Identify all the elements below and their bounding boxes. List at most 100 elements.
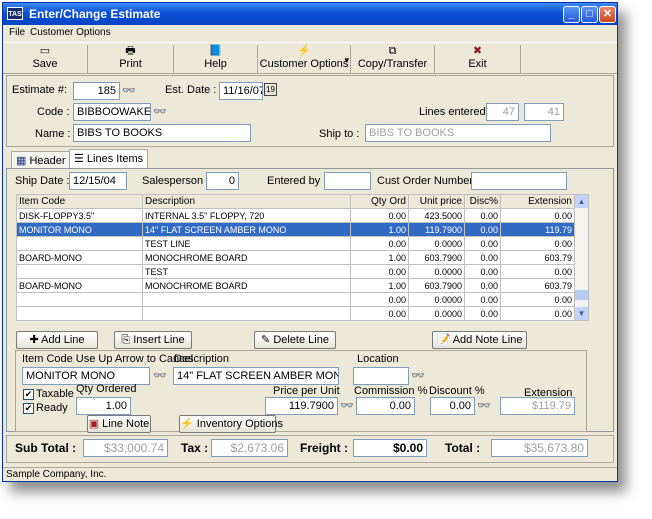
table-cell[interactable]: TEST LINE	[142, 236, 351, 251]
table-cell[interactable]: 0.00	[464, 250, 501, 265]
table-cell[interactable]: 0.00	[464, 208, 501, 223]
close-button[interactable]: ✕	[599, 6, 616, 23]
table-cell[interactable]: 0.0000	[408, 292, 465, 307]
table-cell[interactable]: 1.00	[350, 278, 409, 293]
binoculars-icon[interactable]: 👓	[476, 398, 492, 414]
table-cell[interactable]: 0.0000	[408, 306, 465, 321]
insert-line-button[interactable]: ⎘ Insert Line	[114, 331, 192, 349]
inventory-options-button[interactable]: ⚡ Inventory Options	[179, 415, 283, 433]
table-cell[interactable]: 603.7900	[408, 250, 465, 265]
maximize-button[interactable]: □	[581, 6, 598, 23]
col-unit-price[interactable]: Unit price	[408, 194, 465, 209]
table-cell[interactable]: 423.5000	[408, 208, 465, 223]
table-row[interactable]: DISK-FLOPPY3.5" INTERNAL 3.5" FLOPPY, 720…	[16, 208, 575, 223]
help-button[interactable]: 📘 Help	[174, 45, 258, 73]
col-disc[interactable]: Disc%	[464, 194, 501, 209]
table-cell[interactable]: 603.7900	[408, 278, 465, 293]
ship-date-field[interactable]: 12/15/04	[69, 172, 127, 190]
table-cell[interactable]: 0.00	[464, 292, 501, 307]
table-cell[interactable]: 0.00	[500, 264, 575, 279]
table-cell[interactable]	[16, 292, 143, 307]
add-line-button[interactable]: ✚ Add Line	[16, 331, 98, 349]
table-cell[interactable]: 1.00	[350, 222, 409, 237]
commission-field[interactable]: 0.00	[356, 397, 415, 415]
table-cell[interactable]: 1.00	[350, 250, 409, 265]
table-cell[interactable]: MONOCHROME BOARD	[142, 250, 351, 265]
table-cell[interactable]: 0.00	[464, 278, 501, 293]
table-cell[interactable]: INTERNAL 3.5" FLOPPY, 720	[142, 208, 351, 223]
binoculars-icon[interactable]: 👓	[339, 398, 355, 414]
table-row[interactable]: TEST LINE 0.00 0.0000 0.00 0.00	[16, 236, 575, 251]
table-cell[interactable]: DISK-FLOPPY3.5"	[16, 208, 143, 223]
table-cell[interactable]: 0.0000	[408, 264, 465, 279]
table-cell[interactable]: BOARD-MONO	[16, 250, 143, 265]
col-item-code[interactable]: Item Code	[16, 194, 143, 209]
line-note-button[interactable]: ▣ Line Note	[87, 415, 151, 433]
save-button[interactable]: ▭ Save	[3, 45, 88, 73]
table-cell[interactable]: 0.00	[500, 292, 575, 307]
scroll-thumb[interactable]	[575, 290, 588, 300]
binoculars-icon[interactable]: 👓	[121, 83, 137, 99]
table-cell[interactable]: 0.00	[350, 292, 409, 307]
table-row[interactable]: TEST 0.00 0.0000 0.00 0.00	[16, 264, 575, 279]
table-cell[interactable]: 0.00	[500, 236, 575, 251]
description-field[interactable]: 14" FLAT SCREEN AMBER MONO	[173, 367, 339, 385]
table-cell[interactable]: 14" FLAT SCREEN AMBER MONO	[142, 222, 351, 237]
table-cell[interactable]: 0.00	[464, 264, 501, 279]
table-cell[interactable]: 603.79	[500, 278, 575, 293]
col-description[interactable]: Description	[142, 194, 351, 209]
table-cell[interactable]: 0.00	[464, 222, 501, 237]
qty-ordered-field[interactable]: 1.00	[76, 397, 131, 415]
menu-customer-options[interactable]: Customer Options	[30, 27, 111, 38]
table-cell[interactable]	[16, 306, 143, 321]
scroll-up-icon[interactable]: ▲	[575, 195, 588, 208]
est-date-field[interactable]: 11/16/07	[219, 82, 263, 100]
binoculars-icon[interactable]: 👓	[152, 368, 168, 384]
discount-field[interactable]: 0.00	[430, 397, 475, 415]
col-qty-ord[interactable]: Qty Ord	[350, 194, 409, 209]
table-cell[interactable]: 0.00	[464, 236, 501, 251]
table-cell[interactable]: MONOCHROME BOARD	[142, 278, 351, 293]
table-row[interactable]: BOARD-MONO MONOCHROME BOARD 1.00 603.7900 0.…	[16, 278, 575, 293]
table-cell[interactable]: 119.7900	[408, 222, 465, 237]
table-cell[interactable]: 0.00	[350, 264, 409, 279]
table-cell[interactable]: TEST	[142, 264, 351, 279]
name-field[interactable]: BIBS TO BOOKS	[73, 124, 251, 142]
table-cell[interactable]: 0.0000	[408, 236, 465, 251]
binoculars-icon[interactable]: 👓	[152, 104, 168, 120]
salesperson-field[interactable]: 0	[206, 172, 239, 190]
table-row[interactable]: MONITOR MONO 14" FLAT SCREEN AMBER MONO 1.…	[16, 222, 575, 237]
table-cell[interactable]: 119.79	[500, 222, 575, 237]
table-cell[interactable]: 0.00	[350, 306, 409, 321]
tab-header[interactable]: ▦ Header	[11, 151, 71, 169]
table-cell[interactable]: 0.00	[464, 306, 501, 321]
table-row[interactable]: 0.00 0.0000 0.00 0.00	[16, 306, 575, 321]
table-cell[interactable]	[16, 236, 143, 251]
table-cell[interactable]: 0.00	[500, 208, 575, 223]
location-field[interactable]	[353, 367, 409, 385]
table-cell[interactable]	[16, 264, 143, 279]
chevron-down-icon[interactable]: ▾	[344, 55, 349, 66]
code-field[interactable]: BIBBOOWAKE	[73, 103, 151, 121]
tab-lines-items[interactable]: ☰ Lines Items	[69, 149, 149, 169]
copy-transfer-button[interactable]: ⧉ Copy/Transfer	[351, 45, 435, 73]
estimate-field[interactable]: 185	[73, 82, 120, 100]
print-button[interactable]: 🖶 Print	[88, 45, 174, 73]
menu-file[interactable]: File	[9, 27, 25, 38]
table-row[interactable]: 0.00 0.0000 0.00 0.00	[16, 292, 575, 307]
freight-field[interactable]: $0.00	[353, 439, 427, 457]
price-per-unit-field[interactable]: 119.7900	[265, 397, 338, 415]
binoculars-icon[interactable]: 👓	[410, 368, 426, 384]
exit-button[interactable]: ✖ Exit	[435, 45, 521, 73]
title-bar[interactable]: TAS Enter/Change Estimate _ □ ✕	[3, 3, 617, 25]
table-cell[interactable]: 0.00	[350, 208, 409, 223]
table-scrollbar[interactable]: ▲ ▼	[574, 194, 589, 321]
table-cell[interactable]: 0.00	[350, 236, 409, 251]
table-cell[interactable]: BOARD-MONO	[16, 278, 143, 293]
entered-by-field[interactable]	[324, 172, 371, 190]
scroll-down-icon[interactable]: ▼	[575, 307, 588, 320]
table-cell[interactable]: 0.00	[500, 306, 575, 321]
col-extension[interactable]: Extension	[500, 194, 575, 209]
add-note-line-button[interactable]: 📝 Add Note Line	[432, 331, 527, 349]
table-cell[interactable]	[142, 306, 351, 321]
